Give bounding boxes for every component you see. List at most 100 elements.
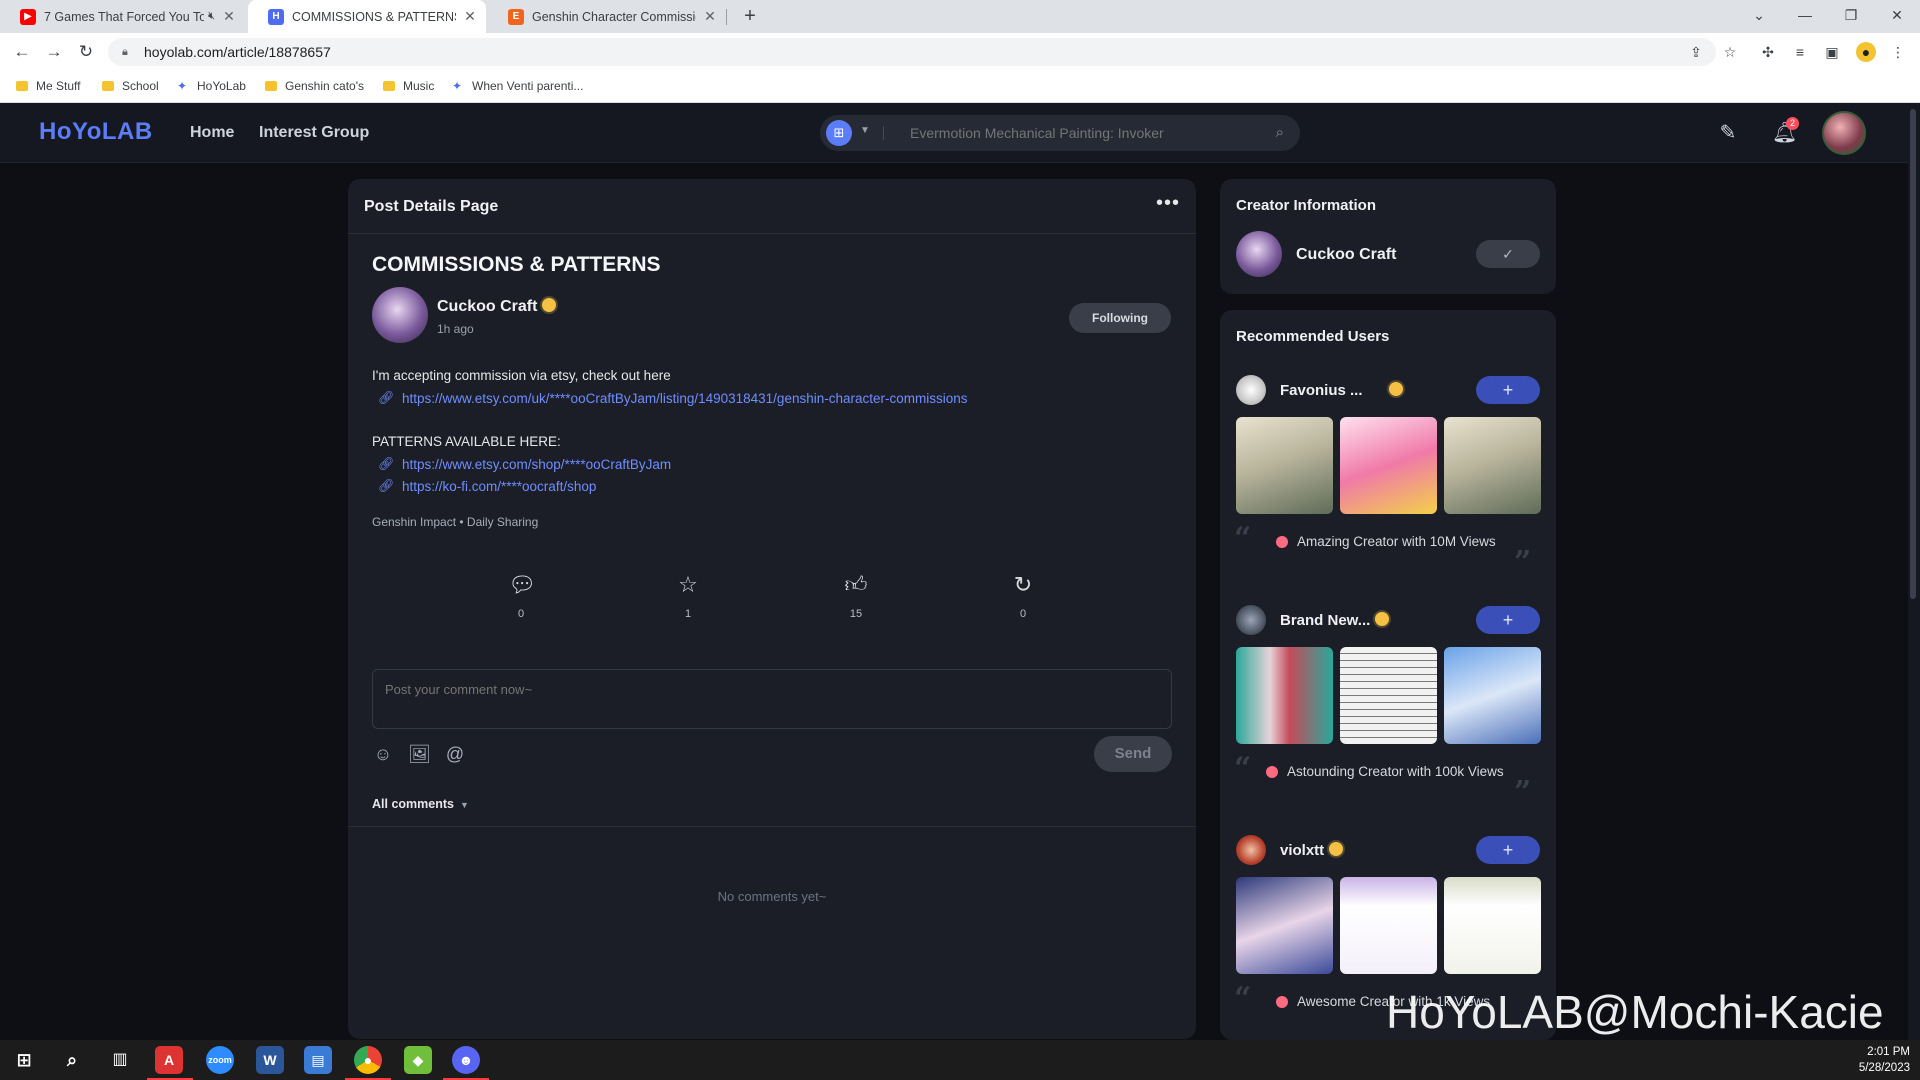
- minimize-icon[interactable]: —: [1782, 0, 1828, 33]
- side-panel-icon[interactable]: ▣: [1822, 42, 1842, 62]
- creator-avatar[interactable]: [1236, 231, 1282, 277]
- close-icon[interactable]: ✕: [462, 8, 478, 25]
- scrollbar-thumb[interactable]: [1910, 109, 1916, 599]
- author-name[interactable]: Cuckoo Craft: [437, 298, 557, 316]
- post-thumbnail[interactable]: [1236, 647, 1333, 744]
- emoji-icon[interactable]: ☺: [372, 743, 394, 765]
- bell-icon[interactable]: 🔔︎ 2: [1772, 117, 1799, 145]
- bookmark-me-stuff[interactable]: Me Stuff: [16, 79, 80, 93]
- forward-icon[interactable]: →: [42, 40, 66, 64]
- extensions-icon[interactable]: ✣: [1758, 42, 1778, 62]
- bookmark-venti[interactable]: ✦ When Venti parenti...: [452, 79, 583, 93]
- app-icon[interactable]: A: [155, 1046, 183, 1074]
- page-scrollbar[interactable]: [1908, 103, 1920, 1040]
- avatar[interactable]: [1822, 111, 1866, 155]
- search-icon[interactable]: ⌕: [58, 1046, 86, 1074]
- creator-name[interactable]: Cuckoo Craft: [1296, 246, 1396, 264]
- discord-icon[interactable]: ☻: [452, 1046, 480, 1074]
- post-thumbnail[interactable]: [1444, 877, 1541, 974]
- zoom-icon[interactable]: zoom: [206, 1046, 234, 1074]
- close-icon[interactable]: ✕: [702, 8, 718, 25]
- bookmark-hoyolab[interactable]: ✦ HoYoLab: [177, 79, 246, 93]
- share-action[interactable]: ↻ 0: [993, 572, 1053, 620]
- post-thumbnail[interactable]: [1236, 417, 1333, 514]
- watermark: HoYoLAB@Mochi-Kacie: [1386, 986, 1884, 1038]
- edit-post-icon[interactable]: ✎: [1716, 121, 1740, 145]
- word-icon[interactable]: W: [256, 1046, 284, 1074]
- post-tags[interactable]: Genshin Impact • Daily Sharing: [372, 515, 538, 529]
- avatar[interactable]: [1236, 835, 1266, 865]
- share-icon[interactable]: ⇪: [1686, 42, 1706, 62]
- page-title: Post Details Page: [364, 198, 499, 215]
- mention-icon[interactable]: @: [444, 743, 466, 765]
- etsy-shop-link[interactable]: 🔗︎ https://www.etsy.com/shop/****ooCraft…: [378, 456, 671, 472]
- reload-icon[interactable]: ↻: [74, 40, 98, 64]
- bookmark-star-icon[interactable]: ☆: [1720, 42, 1740, 62]
- chrome-icon[interactable]: ●: [354, 1046, 382, 1074]
- app-icon[interactable]: ◆: [404, 1046, 432, 1074]
- followed-check-button[interactable]: ✓: [1476, 240, 1540, 268]
- nav-interest-group[interactable]: Interest Group: [259, 124, 369, 142]
- recommended-user-name[interactable]: violxtt: [1280, 842, 1344, 859]
- restore-icon[interactable]: ❐: [1828, 0, 1874, 33]
- like-count: 15: [849, 608, 863, 620]
- post-thumbnail[interactable]: [1444, 417, 1541, 514]
- new-tab-icon[interactable]: +: [737, 4, 763, 30]
- comment-action[interactable]: 💬︎ 0: [491, 572, 551, 620]
- bookmarks-bar: Me Stuff School ✦ HoYoLab Genshin cato's…: [0, 71, 1920, 103]
- etsy-icon: E: [508, 8, 524, 25]
- tab-youtube[interactable]: ▶ 7 Games That Forced You To 🔇︎ ✕: [0, 0, 245, 33]
- verified-badge-icon: [1329, 842, 1344, 856]
- close-icon[interactable]: ✕: [221, 8, 237, 25]
- comment-input[interactable]: [372, 669, 1172, 729]
- mute-icon[interactable]: 🔇︎: [208, 10, 215, 23]
- bookmark-label: When Venti parenti...: [472, 79, 584, 93]
- post-thumbnail[interactable]: [1236, 877, 1333, 974]
- post-thumbnail[interactable]: [1444, 647, 1541, 744]
- chevron-down-icon[interactable]: ▼: [860, 125, 870, 136]
- system-clock[interactable]: 2:01 PM 5/28/2023: [1850, 1044, 1910, 1076]
- game-switch-icon[interactable]: ⊞: [826, 120, 852, 146]
- following-button[interactable]: Following: [1069, 303, 1171, 333]
- search-input[interactable]: [910, 115, 1250, 151]
- bookmark-music[interactable]: Music: [383, 79, 434, 93]
- post-thumbnail[interactable]: [1340, 877, 1437, 974]
- avatar[interactable]: [1236, 375, 1266, 405]
- task-view-icon[interactable]: ▥: [106, 1046, 134, 1074]
- bookmark-school[interactable]: School: [102, 79, 159, 93]
- nav-home[interactable]: Home: [190, 124, 234, 142]
- post-thumbnail[interactable]: [1340, 417, 1437, 514]
- etsy-listing-link[interactable]: 🔗︎ https://www.etsy.com/uk/****ooCraftBy…: [378, 390, 968, 406]
- search-icon[interactable]: ⌕: [1276, 124, 1284, 141]
- follow-button[interactable]: +: [1476, 376, 1540, 404]
- avatar[interactable]: [1236, 605, 1266, 635]
- address-bar[interactable]: 🔒︎ hoyolab.com/article/18878657: [108, 38, 1716, 66]
- more-options-icon[interactable]: •••: [1156, 192, 1180, 215]
- verified-badge-icon: [1375, 612, 1390, 626]
- send-button[interactable]: Send: [1094, 736, 1172, 772]
- kofi-shop-link[interactable]: 🔗︎ https://ko-fi.com/****oocraft/shop: [378, 478, 596, 494]
- tab-hoyolab[interactable]: H COMMISSIONS & PATTERNS Ger ✕: [248, 0, 486, 33]
- follow-button[interactable]: +: [1476, 606, 1540, 634]
- bookmark-genshin-catos[interactable]: Genshin cato's: [265, 79, 364, 93]
- recommended-user-name[interactable]: Brand New...: [1280, 612, 1390, 629]
- window-close-icon[interactable]: ✕: [1874, 0, 1920, 33]
- back-icon[interactable]: ←: [10, 40, 34, 64]
- file-explorer-icon[interactable]: ▤: [304, 1046, 332, 1074]
- menu-icon[interactable]: ⋮: [1888, 42, 1908, 62]
- like-action[interactable]: 👍︎ 15: [826, 572, 886, 620]
- profile-icon[interactable]: ●: [1856, 42, 1876, 62]
- author-avatar[interactable]: [372, 287, 428, 343]
- media-icon[interactable]: ≡: [1790, 42, 1810, 62]
- hoyolab-logo[interactable]: HoYoLAB: [39, 118, 153, 146]
- all-comments-sort[interactable]: All comments ▼: [372, 797, 469, 811]
- post-thumbnail[interactable]: [1340, 647, 1437, 744]
- image-icon[interactable]: 🖼︎: [408, 743, 431, 765]
- tab-search-icon[interactable]: ⌄: [1736, 0, 1782, 33]
- star-icon: ☆: [678, 572, 698, 597]
- follow-button[interactable]: +: [1476, 836, 1540, 864]
- favorite-action[interactable]: ☆ 1: [658, 572, 718, 620]
- windows-start-icon[interactable]: ⊞: [10, 1046, 38, 1074]
- tab-etsy[interactable]: E Genshin Character Commissions ✕: [488, 0, 726, 33]
- recommended-user-name[interactable]: Favonius ...: [1280, 382, 1403, 399]
